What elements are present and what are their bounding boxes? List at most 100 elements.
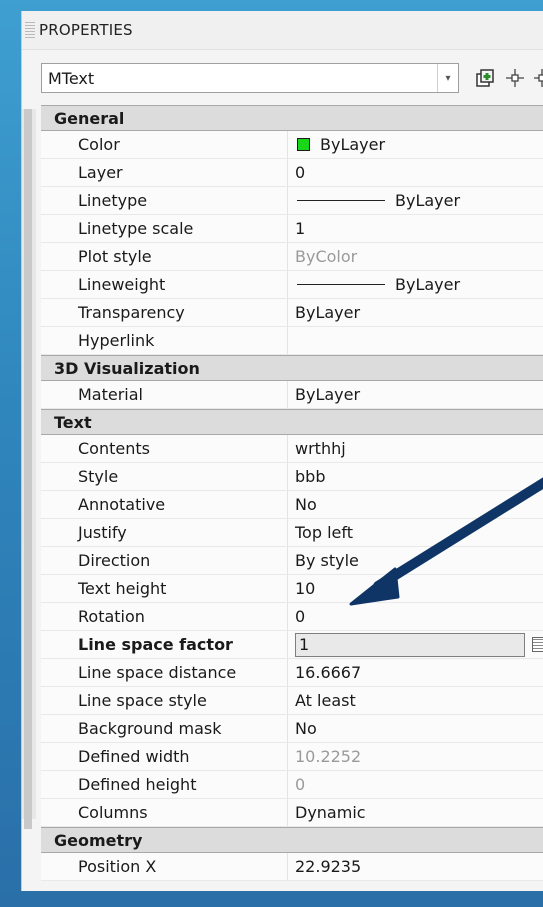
property-value-text: ByLayer [295,303,361,322]
property-value[interactable]: By style [288,547,543,574]
property-row-defined-width[interactable]: Defined width 10.2252 [41,743,543,771]
property-value-text: 10.2252 [295,747,362,766]
property-row-hyperlink[interactable]: Hyperlink [41,327,543,355]
toggle-pickadd-button[interactable] [531,65,543,91]
section-geometry[interactable]: Geometry – [41,827,543,853]
section-title: Text [54,412,92,432]
property-value-text: At least [295,691,356,710]
property-value-text: ByLayer [295,385,361,404]
property-value-text: No [295,719,317,738]
property-name: Color [41,131,288,158]
property-row-plot-style[interactable]: Plot style ByColor [41,243,543,271]
section-text[interactable]: Text – [41,409,543,435]
property-row-annotative[interactable]: Annotative No [41,491,543,519]
property-name: Line space factor [41,631,288,658]
property-value[interactable]: ByLayer [288,271,543,298]
property-value[interactable]: Dynamic [288,799,543,826]
property-name: Defined width [41,743,288,770]
property-value[interactable]: 0 [288,603,543,630]
section-3d-visualization[interactable]: 3D Visualization – [41,355,543,381]
property-row-linetype-scale[interactable]: Linetype scale 1 [41,215,543,243]
property-row-columns[interactable]: Columns Dynamic [41,799,543,827]
select-objects-button[interactable] [502,65,528,91]
property-value-text: Top left [295,523,353,542]
property-value-text: 1 [299,635,310,654]
property-row-lineweight[interactable]: Lineweight ByLayer [41,271,543,299]
property-value[interactable] [288,327,543,354]
property-row-linetype[interactable]: Linetype ByLayer [41,187,543,215]
property-row-contents[interactable]: Contents wrthhj [41,435,543,463]
property-value[interactable]: ByLayer [288,187,543,214]
section-general[interactable]: General – [41,105,543,131]
property-row-position-x[interactable]: Position X 22.9235 [41,853,543,881]
line-space-factor-input[interactable]: 1 [295,632,525,657]
property-name: Columns [41,799,288,826]
property-row-line-space-style[interactable]: Line space style At least [41,687,543,715]
select-objects-icon [506,69,524,87]
property-value[interactable]: ByLayer [288,299,543,326]
property-name: Line space distance [41,659,288,686]
property-value[interactable]: At least [288,687,543,714]
collapse-icon[interactable]: – [536,831,543,850]
property-value-text: 22.9235 [295,857,362,876]
property-name: Position X [41,853,288,880]
panel-title: PROPERTIES [39,21,133,39]
property-value[interactable]: ByLayer [288,381,543,408]
section-title: 3D Visualization [54,358,200,378]
property-value[interactable]: Top left [288,519,543,546]
grip-handle-icon[interactable] [25,22,35,38]
property-value[interactable]: 0 [288,771,543,798]
property-row-transparency[interactable]: Transparency ByLayer [41,299,543,327]
property-value-text: Dynamic [295,803,366,822]
collapse-icon[interactable]: – [536,413,543,432]
property-value-text: ByLayer [395,275,461,294]
property-row-style[interactable]: Style bbb [41,463,543,491]
property-value[interactable]: 1 [288,215,543,242]
property-value[interactable]: No [288,715,543,742]
property-value[interactable]: 22.9235 [288,853,543,880]
property-name: Justify [41,519,288,546]
property-value[interactable]: 1 [288,631,543,658]
property-name: Contents [41,435,288,462]
property-name: Defined height [41,771,288,798]
object-type-select[interactable]: MText ▾ [41,63,459,93]
property-value-text: 16.6667 [295,663,362,682]
color-swatch-icon [297,138,310,151]
vertical-scrollbar[interactable] [22,109,36,829]
property-value[interactable]: bbb [288,463,543,490]
property-row-color[interactable]: Color ByLayer [41,131,543,159]
property-value[interactable]: 0 [288,159,543,186]
property-value[interactable]: 16.6667 [288,659,543,686]
line-sample-icon [297,284,385,285]
property-value[interactable]: ByColor [288,243,543,270]
calculator-icon[interactable] [532,637,543,652]
property-name: Rotation [41,603,288,630]
property-value[interactable]: 10 [288,575,543,602]
quick-select-button[interactable] [472,65,498,91]
scrollbar-thumb[interactable] [24,109,32,829]
property-row-material[interactable]: Material ByLayer [41,381,543,409]
properties-panel: PROPERTIES MText ▾ General Color ByLayer… [21,11,543,891]
collapse-icon[interactable]: – [536,109,543,128]
property-row-rotation[interactable]: Rotation 0 [41,603,543,631]
quick-select-icon [476,69,494,87]
panel-titlebar[interactable]: PROPERTIES [22,11,543,50]
property-name: Direction [41,547,288,574]
property-value-text: No [295,495,317,514]
property-row-background-mask[interactable]: Background mask No [41,715,543,743]
property-value[interactable]: 10.2252 [288,743,543,770]
property-row-layer[interactable]: Layer 0 [41,159,543,187]
collapse-icon[interactable]: – [536,359,543,378]
property-name: Style [41,463,288,490]
chevron-down-icon[interactable]: ▾ [437,64,458,92]
property-value[interactable]: wrthhj [288,435,543,462]
property-row-direction[interactable]: Direction By style [41,547,543,575]
property-value[interactable]: No [288,491,543,518]
property-row-line-space-factor[interactable]: Line space factor 1 [41,631,543,659]
property-row-defined-height[interactable]: Defined height 0 [41,771,543,799]
property-value[interactable]: ByLayer [288,131,543,158]
property-name: Hyperlink [41,327,288,354]
property-row-text-height[interactable]: Text height 10 [41,575,543,603]
property-row-line-space-distance[interactable]: Line space distance 16.6667 [41,659,543,687]
property-row-justify[interactable]: Justify Top left [41,519,543,547]
